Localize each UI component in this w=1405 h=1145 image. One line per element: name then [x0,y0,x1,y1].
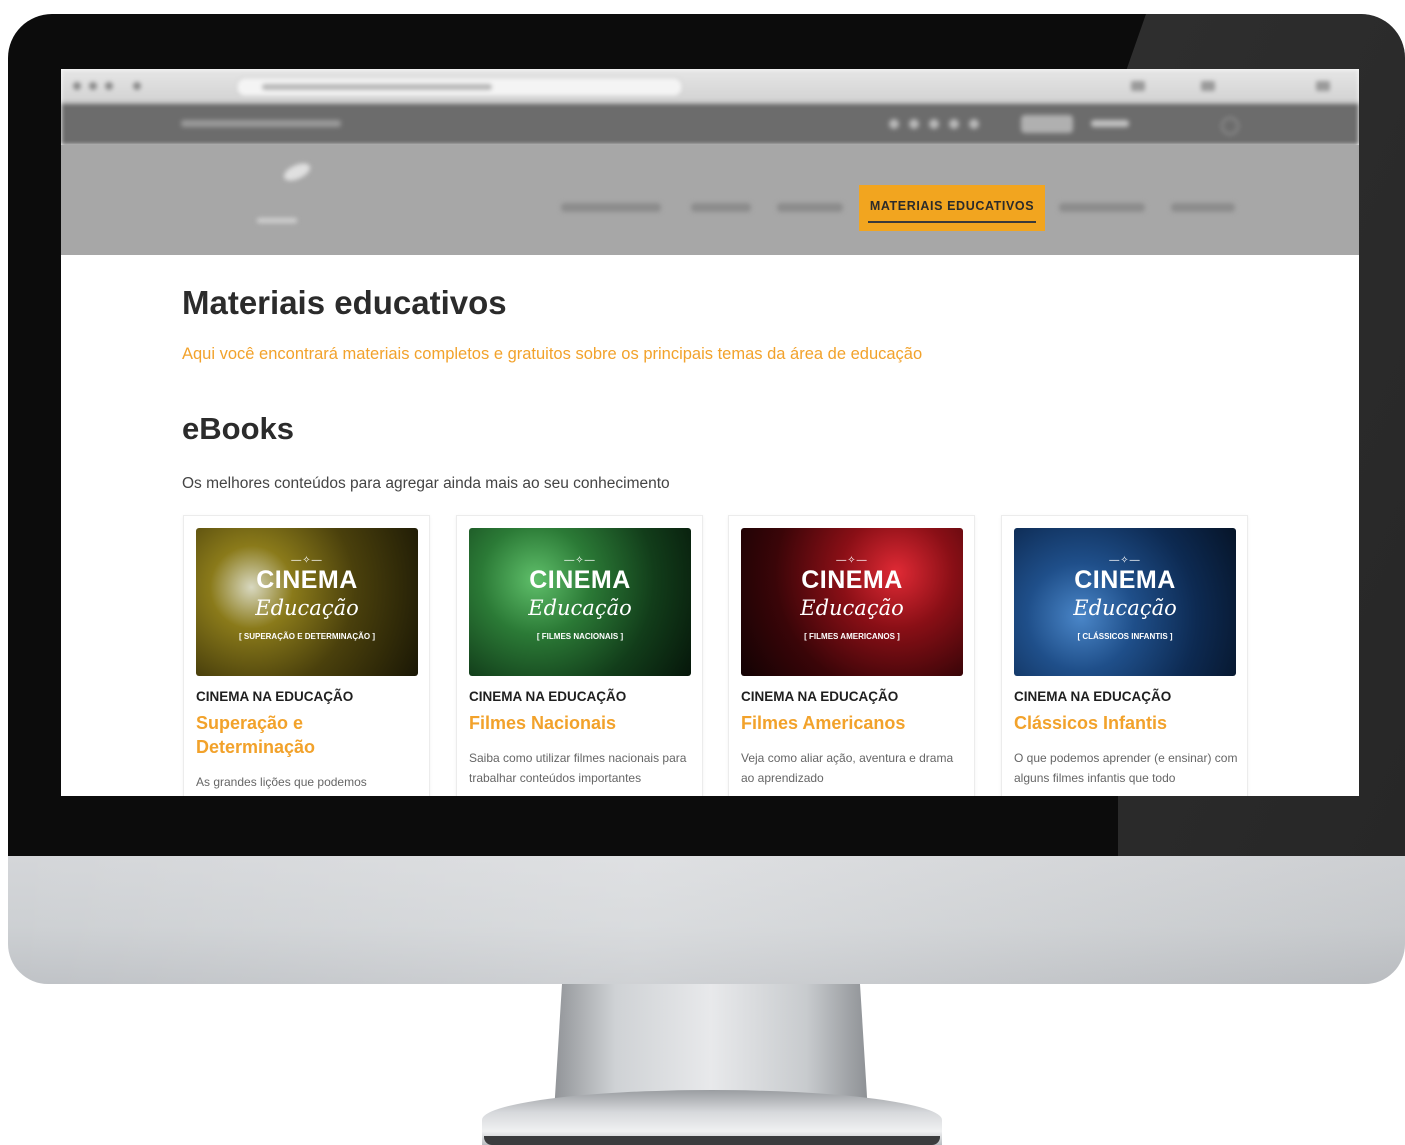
card-description: O que podemos aprender (e ensinar) com a… [1014,751,1238,785]
nav-item-materiais-educativos[interactable]: MATERIAIS EDUCATIVOS [859,185,1045,231]
film-ornament-icon: —✧— [1109,555,1141,566]
cover-subtitle: [ FILMES AMERICANOS ] [804,632,900,641]
site-navbar: MATERIAIS EDUCATIVOS [61,145,1359,255]
navbar-blurred-content [61,145,1359,255]
card-kicker: CINEMA NA EDUCAÇÃO [741,689,899,704]
social-icon[interactable] [889,119,899,129]
site-logo[interactable] [179,181,187,220]
card-title[interactable]: Filmes Nacionais [469,711,691,735]
film-ornament-icon: —✧— [836,555,868,566]
toolbar-button[interactable] [1131,81,1145,91]
ebooks-section-subtitle: Os melhores conteúdos para agregar ainda… [182,475,670,492]
card-description: Veja como aliar ação, aventura e drama a… [741,751,954,785]
address-text-blurred [262,84,492,90]
cover-subtitle: [ FILMES NACIONAIS ] [536,632,624,641]
cover-script: Educação [255,596,359,620]
cover-subtitle: [ CLÁSSICOS INFANTIS ] [1077,632,1173,641]
monitor-chin [8,856,1405,984]
ebook-cover[interactable]: —✧— CINEMA Educação [ FILMES AMERICANOS … [741,528,963,676]
page-subtitle: Aqui você encontrará materiais completos… [182,345,923,363]
cover-title: CINEMA [529,566,631,594]
cover-title: CINEMA [256,566,358,594]
cover-title: CINEMA [801,566,903,594]
nav-item-blurred[interactable] [1171,203,1235,212]
search-icon[interactable] [1221,117,1239,135]
site-topbar [61,103,1359,145]
cover-title: CINEMA [1074,566,1176,594]
cover-script: Educação [800,596,904,620]
ebook-card[interactable]: —✧— CINEMA Educação [ SUPERAÇÃO E DETERM… [183,515,430,796]
card-title[interactable]: Clássicos Infantis [1014,711,1236,735]
monitor-stand-base-edge [484,1136,940,1145]
extensions-icon[interactable] [1201,81,1215,91]
ebook-cover[interactable]: —✧— CINEMA Educação [ CLÁSSICOS INFANTIS… [1014,528,1236,676]
social-icon[interactable] [949,119,959,129]
ebook-cover[interactable]: —✧— CINEMA Educação [ FILMES NACIONAIS ] [469,528,691,676]
nav-item-blurred[interactable] [691,203,751,212]
ebook-card[interactable]: —✧— CINEMA Educação [ CLÁSSICOS INFANTIS… [1001,515,1248,796]
card-kicker: CINEMA NA EDUCAÇÃO [1014,689,1172,704]
browser-screen: MATERIAIS EDUCATIVOS Materiais educativo… [61,69,1359,796]
social-icon[interactable] [969,119,979,129]
window-control-maximize[interactable] [105,82,113,90]
window-control-close[interactable] [73,82,81,90]
topbar-tagline-blurred [181,120,341,127]
ebook-card[interactable]: —✧— CINEMA Educação [ FILMES AMERICANOS … [728,515,975,796]
menu-icon[interactable] [1316,81,1330,91]
cover-subtitle: [ SUPERAÇÃO E DETERMINAÇÃO ] [238,632,375,641]
window-control-minimize[interactable] [89,82,97,90]
page-title: Materiais educativos [182,284,507,321]
ebook-cover[interactable]: —✧— CINEMA Educação [ SUPERAÇÃO E DETERM… [196,528,418,676]
address-bar[interactable] [236,77,683,97]
topbar-button-blurred[interactable] [1021,115,1073,133]
film-ornament-icon: —✧— [291,555,323,566]
browser-toolbar [61,69,1359,103]
chin-shading [8,856,1405,984]
card-title[interactable]: Superação e Determinação [196,711,418,759]
back-icon[interactable] [133,82,141,90]
cover-script: Educação [1073,596,1177,620]
card-kicker: CINEMA NA EDUCAÇÃO [469,689,627,704]
logo-tagline-blurred [257,218,297,223]
social-icon[interactable] [909,119,919,129]
social-icon[interactable] [929,119,939,129]
nav-item-blurred[interactable] [777,203,843,212]
film-ornament-icon: —✧— [564,555,596,566]
cover-script: Educação [528,596,632,620]
ebooks-section-title: eBooks [182,411,294,446]
card-description: Saiba como utilizar filmes nacionais par… [469,751,687,785]
nav-item-blurred[interactable] [561,203,661,212]
ebook-card[interactable]: —✧— CINEMA Educação [ FILMES NACIONAIS ]… [456,515,703,796]
card-description: As grandes lições que podemos [196,775,367,789]
logo-bird-icon [281,161,313,183]
card-kicker: CINEMA NA EDUCAÇÃO [196,689,354,704]
topbar-link-blurred[interactable] [1091,120,1129,127]
nav-item-blurred[interactable] [1059,203,1145,212]
card-title[interactable]: Filmes Americanos [741,711,963,735]
